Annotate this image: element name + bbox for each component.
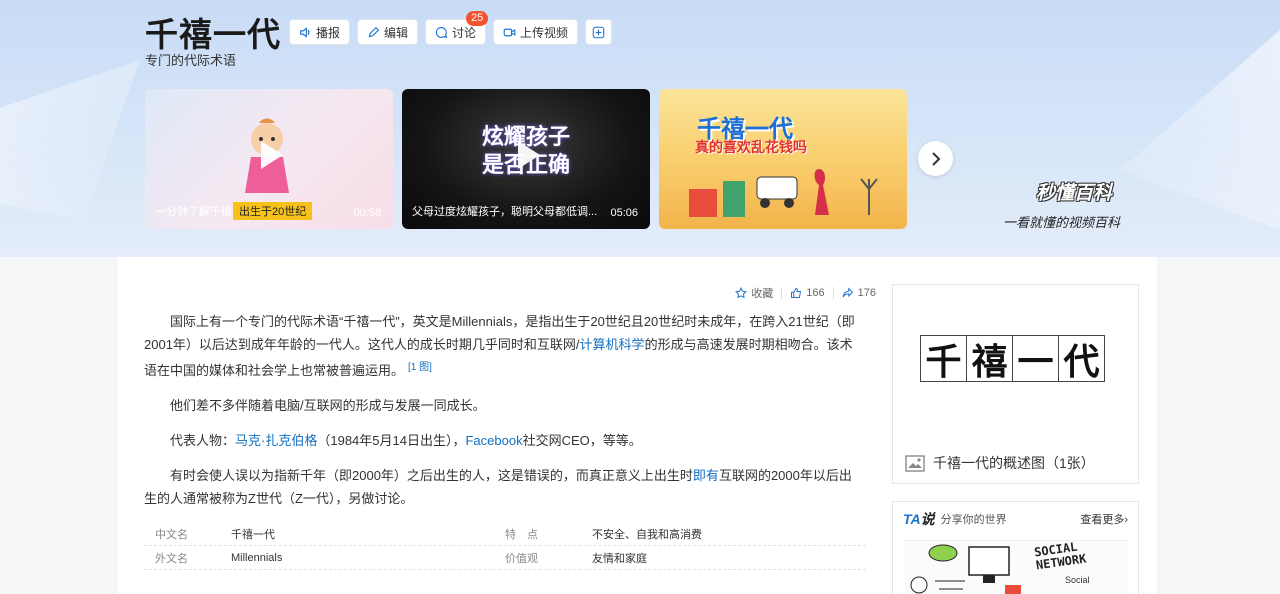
info-label: 价值观: [505, 552, 538, 565]
paragraph-text: 代表人物：: [170, 433, 236, 448]
ta-say-logo: TA说: [903, 509, 935, 529]
info-value: Millennials: [231, 551, 283, 564]
ta-say-thumbnail[interactable]: SOCIAL NETWORK Social: [905, 540, 1128, 594]
thumbs-up-icon: [791, 288, 802, 298]
video-card[interactable]: 炫耀孩子 是否正确 父母过度炫耀孩子，聪明父母都低调... 05:06: [402, 89, 650, 229]
caption-text: 千禧一代的概述图（1张）: [933, 455, 1095, 471]
video-duration: 05:06: [610, 207, 638, 219]
add-button[interactable]: [585, 19, 613, 45]
collect-button[interactable]: 收藏: [727, 285, 781, 301]
article-actions: 收藏 166 176: [727, 285, 884, 301]
video-card[interactable]: 千禧一代 真的喜欢乱花钱吗: [659, 89, 907, 229]
play-icon: [261, 141, 283, 169]
summary-image-caption: 千禧一代的概述图（1张）: [905, 453, 1095, 473]
edit-button[interactable]: 编辑: [357, 19, 419, 45]
shopping-illustration: [689, 169, 878, 217]
carousel-next-button[interactable]: [918, 141, 953, 176]
summary-image-card[interactable]: 千 禧 一 代 千禧一代的概述图（1张）: [892, 284, 1139, 484]
basic-info-table: 中文名 千禧一代 特 点 不安全、自我和高消费 外文名 Millennials …: [144, 522, 866, 570]
calligraphy-char: 代: [1058, 335, 1105, 383]
link-facebook[interactable]: Facebook: [465, 433, 522, 448]
main-content: 收藏 166 176 国际上有一个专门的代际术语“千禧一代”，英文是Millen…: [118, 257, 1157, 594]
doodle-text: SOCIAL NETWORK: [1033, 541, 1087, 572]
title-row: 千禧一代 播报 编辑 讨论 25 上传视频: [145, 8, 619, 56]
paragraph-text: 有时会使人误以为指新千年（即2000年）之后出生的人，这是错误的，而真正意义上出…: [170, 468, 693, 483]
doodle-text: Social: [1065, 575, 1090, 585]
share-icon: [842, 287, 853, 298]
video-caption: 父母过度炫耀孩子，聪明父母都低调...: [412, 206, 598, 218]
image-gallery-icon: [905, 454, 925, 472]
view-more-label: 查看更多: [1080, 514, 1125, 526]
share-button[interactable]: 176: [834, 287, 884, 299]
link-zuckerberg[interactable]: 马克·扎克伯格: [235, 433, 317, 448]
play-icon: [518, 141, 540, 169]
plus-icon: [592, 26, 605, 38]
info-row: 外文名 Millennials 价值观 友情和家庭: [144, 546, 866, 570]
header-banner: 千禧一代 播报 编辑 讨论 25 上传视频 专门的代际术语 一分钟了解千禧一代 …: [0, 0, 1280, 257]
info-label: 外文名: [155, 552, 188, 565]
broadcast-label: 播报: [316, 25, 341, 40]
pencil-icon: [368, 26, 380, 37]
info-value: 千禧一代: [231, 528, 275, 541]
banner-decoration: [0, 60, 140, 220]
ta-say-slogan: 分享你的世界: [940, 514, 1007, 526]
like-count: 166: [806, 287, 825, 299]
discuss-label: 讨论: [452, 25, 477, 40]
calligraphy-char: 千: [920, 335, 967, 383]
video-subtitle: 真的喜欢乱花钱吗: [695, 139, 807, 155]
link-computer-science[interactable]: 计算机科学: [580, 337, 645, 352]
discuss-button[interactable]: 讨论 25: [425, 11, 489, 45]
page-subtitle: 专门的代际术语: [145, 53, 237, 68]
video-camera-icon: [503, 28, 516, 36]
video-duration: 00:58: [353, 207, 381, 219]
paragraph: 代表人物：马克·扎克伯格（1984年5月14日出生），Facebook社交网CE…: [144, 429, 856, 452]
info-value: 不安全、自我和高消费: [592, 528, 702, 541]
miaodong-logo: 秒懂百科: [1036, 183, 1113, 204]
paragraph: 他们差不多伴随着电脑/互联网的形成与发展一同成长。: [170, 398, 486, 413]
paragraph-text: （1984年5月14日出生），: [317, 433, 466, 448]
paragraph: 国际上有一个专门的代际术语“千禧一代”，英文是Millennials，是指出生于…: [144, 310, 856, 382]
collect-label: 收藏: [751, 288, 774, 300]
info-label: 中文名: [155, 528, 188, 541]
upload-video-button[interactable]: 上传视频: [493, 19, 579, 45]
ta-say-card: TA说 分享你的世界 查看更多› SOCIAL NETWORK Social: [892, 501, 1139, 594]
logo-part: TA: [903, 511, 921, 527]
star-icon: [735, 287, 748, 299]
upload-video-label: 上传视频: [520, 25, 569, 40]
discuss-count-badge: 25: [466, 11, 489, 26]
chevron-right-icon: ›: [1124, 514, 1128, 526]
article-body: 国际上有一个专门的代际术语“千禧一代”，英文是Millennials，是指出生于…: [144, 310, 856, 522]
paragraph-text: 社交网CEO，等等。: [522, 433, 642, 448]
comment-icon: [435, 26, 448, 38]
page-title: 千禧一代: [145, 15, 281, 54]
edit-label: 编辑: [384, 25, 409, 40]
social-doodle-illustration: [910, 544, 1021, 594]
video-tag: 出生于20世纪: [233, 202, 313, 220]
speaker-icon: [300, 26, 310, 38]
view-more-link[interactable]: 查看更多›: [1080, 511, 1128, 527]
video-card[interactable]: 一分钟了解千禧一代 出生于20世纪 00:58: [145, 89, 393, 229]
info-value: 友情和家庭: [592, 552, 647, 565]
logo-part: 说: [920, 511, 935, 527]
video-carousel: 一分钟了解千禧一代 出生于20世纪 00:58 炫耀孩子 是否正确 父母过度炫耀…: [145, 89, 907, 229]
broadcast-button[interactable]: 播报: [289, 19, 351, 45]
like-button[interactable]: 166: [782, 287, 832, 299]
info-row: 中文名 千禧一代 特 点 不安全、自我和高消费: [144, 522, 866, 546]
citation-link[interactable]: [1 图]: [408, 362, 432, 373]
calligraphy-char: 一: [1012, 335, 1059, 383]
info-label: 特 点: [505, 528, 538, 541]
brand-slogan: 一看就懂的视频百科: [1003, 216, 1121, 231]
share-count: 176: [857, 287, 876, 299]
chevron-right-icon: [931, 151, 940, 166]
calligraphy-image: 千 禧 一 代: [920, 335, 1105, 383]
calligraphy-char: 禧: [966, 335, 1013, 383]
paragraph: 有时会使人误以为指新千年（即2000年）之后出生的人，这是错误的，而真正意义上出…: [144, 464, 856, 510]
ta-say-header: TA说 分享你的世界 查看更多›: [893, 502, 1138, 536]
link-jiyou[interactable]: 即有: [693, 468, 719, 483]
